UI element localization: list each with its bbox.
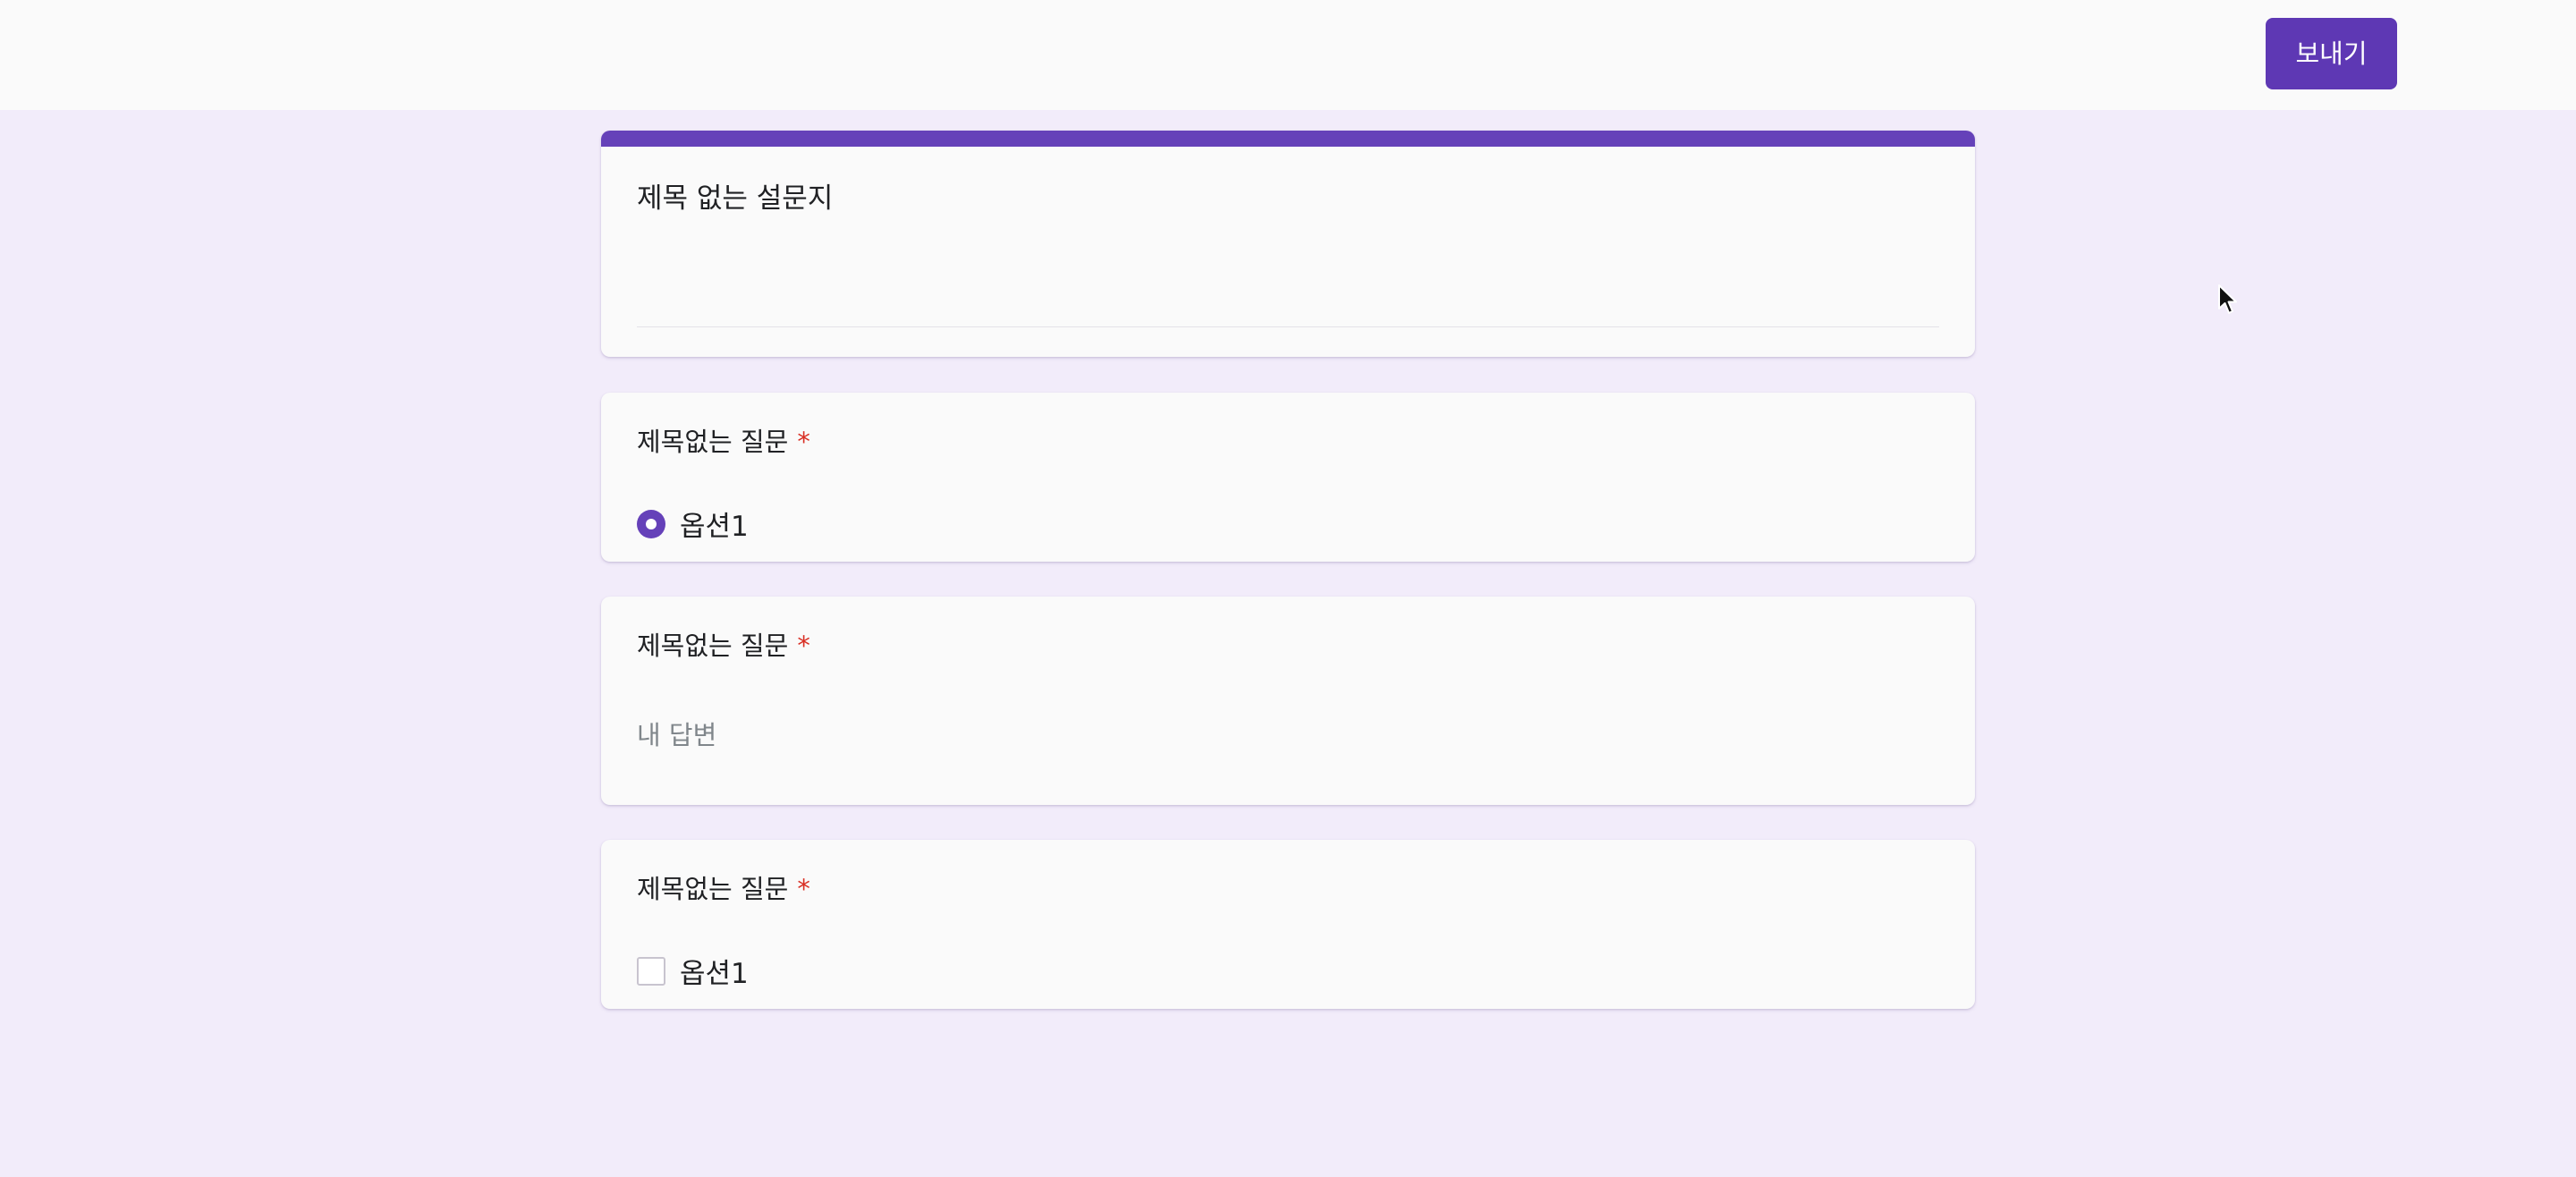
- question-title-text: 제목없는 질문: [637, 631, 789, 661]
- question-title: 제목없는 질문 *: [637, 868, 810, 906]
- question-title: 제목없는 질문 *: [637, 421, 810, 459]
- mouse-pointer-icon: [2218, 284, 2237, 314]
- required-asterisk: *: [797, 427, 810, 457]
- question-card-short-answer: 제목없는 질문 *: [601, 597, 1975, 805]
- question-title-text: 제목없는 질문: [637, 427, 789, 457]
- radio-option-label: 옵션1: [680, 511, 749, 543]
- form-title-card: 제목 없는 설문지: [601, 131, 1975, 357]
- required-asterisk: *: [797, 874, 810, 904]
- checkbox-option-label: 옵션1: [680, 958, 749, 990]
- required-asterisk: *: [797, 631, 810, 661]
- question-card-checkbox: 제목없는 질문 * 옵션1: [601, 840, 1975, 1009]
- accent-strip: [601, 131, 1975, 147]
- radio-option[interactable]: 옵션1: [637, 504, 749, 544]
- checkbox-unchecked[interactable]: [637, 956, 665, 986]
- top-bar: 보내기: [0, 0, 2576, 110]
- checkbox-option[interactable]: 옵션1: [637, 951, 749, 991]
- form-title[interactable]: 제목 없는 설문지: [637, 175, 833, 216]
- question-card-radio: 제목없는 질문 * 옵션1: [601, 393, 1975, 562]
- question-title: 제목없는 질문 *: [637, 625, 810, 663]
- short-answer-input[interactable]: [637, 716, 1263, 755]
- radio-button-selected[interactable]: [637, 509, 665, 538]
- question-title-text: 제목없는 질문: [637, 874, 789, 904]
- form-description-underline: [637, 326, 1939, 327]
- send-button[interactable]: 보내기: [2266, 18, 2397, 89]
